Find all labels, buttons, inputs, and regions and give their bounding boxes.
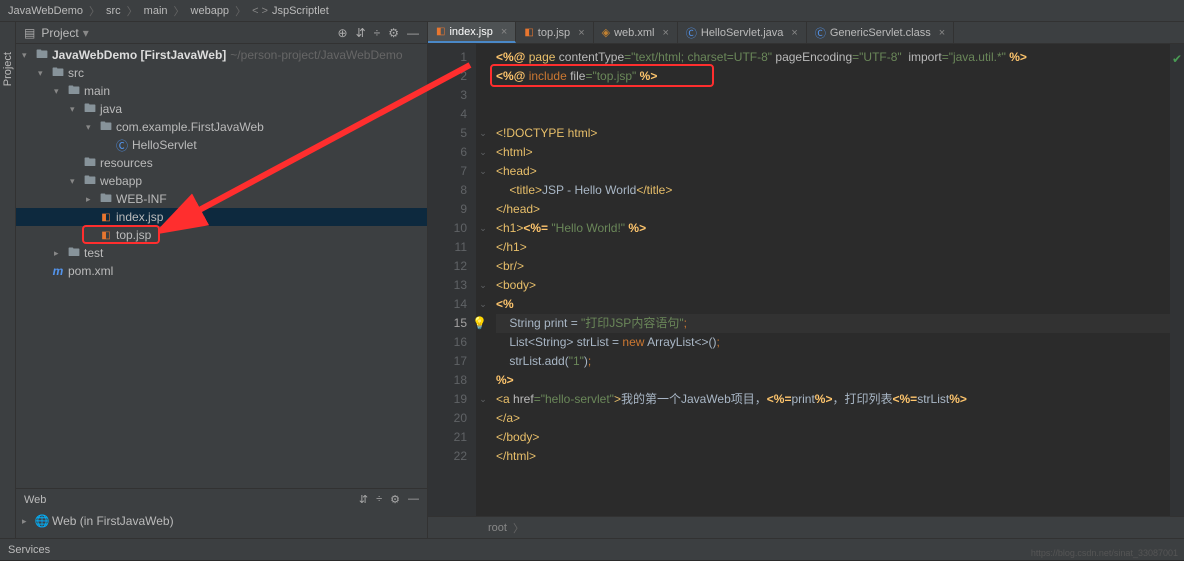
close-icon[interactable]: ×: [662, 27, 668, 39]
code-line[interactable]: %>: [496, 371, 1170, 390]
editor-tab[interactable]: ⒸGenericServlet.class×: [807, 22, 954, 43]
status-bar: Services: [0, 538, 1184, 560]
code-line[interactable]: <h1><%= "Hello World!" %>: [496, 219, 1170, 238]
services-tab[interactable]: Services: [8, 544, 50, 556]
target-icon[interactable]: ⊕: [338, 26, 348, 40]
expand-icon[interactable]: ⇵: [359, 493, 368, 506]
collapse-icon[interactable]: ÷: [376, 493, 382, 506]
code-line[interactable]: </body>: [496, 428, 1170, 447]
code-line[interactable]: </head>: [496, 200, 1170, 219]
tree-item[interactable]: mpom.xml: [16, 262, 427, 280]
project-toolstrip-label: Project: [2, 52, 14, 86]
tree-item[interactable]: ▾🖿java: [16, 100, 427, 118]
code-line[interactable]: <title>JSP - Hello World</title>: [496, 181, 1170, 200]
code-line[interactable]: <%@ page contentType="text/html; charset…: [496, 48, 1170, 67]
code-line[interactable]: <%: [496, 295, 1170, 314]
tree-item[interactable]: ▾🖿webapp: [16, 172, 427, 190]
collapse-icon[interactable]: ÷: [374, 26, 381, 40]
line-gutter: 12345678910111213141516171819202122: [428, 44, 476, 516]
expand-icon[interactable]: ⇵: [356, 26, 366, 40]
hide-icon[interactable]: —: [408, 493, 419, 506]
web-panel-header[interactable]: Web ⇵ ÷ ⚙ —: [16, 488, 427, 510]
editor-marker-bar[interactable]: ✔: [1170, 44, 1184, 516]
code-line[interactable]: strList.add("1");: [496, 352, 1170, 371]
editor-tab[interactable]: ◈web.xml×: [594, 22, 678, 43]
editor-breadcrumb[interactable]: root〉: [428, 516, 1184, 538]
breadcrumb-item[interactable]: JspScriptlet: [272, 5, 329, 17]
code-line[interactable]: <body>: [496, 276, 1170, 295]
code-line[interactable]: <a href="hello-servlet">我的第一个JavaWeb项目，<…: [496, 390, 1170, 409]
close-icon[interactable]: ×: [578, 27, 584, 39]
close-icon[interactable]: ×: [791, 27, 797, 39]
hide-icon[interactable]: —: [407, 26, 419, 40]
tree-item[interactable]: ▾🖿main: [16, 82, 427, 100]
code-line[interactable]: <html>: [496, 143, 1170, 162]
code-line[interactable]: <head>: [496, 162, 1170, 181]
code-line[interactable]: [496, 105, 1170, 124]
project-tree[interactable]: ▾🖿JavaWebDemo [FirstJavaWeb]~/person-pro…: [16, 44, 427, 488]
breadcrumb-item[interactable]: main: [144, 5, 168, 17]
project-panel-title[interactable]: Project ▾: [41, 26, 331, 40]
tree-item[interactable]: ▾🖿com.example.FirstJavaWeb: [16, 118, 427, 136]
tree-item[interactable]: ▾🖿JavaWebDemo [FirstJavaWeb]~/person-pro…: [16, 46, 427, 64]
code-line[interactable]: 💡 String print = "打印JSP内容语句";: [496, 314, 1170, 333]
check-icon: ✔: [1172, 52, 1182, 66]
breadcrumb-item[interactable]: webapp: [191, 5, 230, 17]
code-line[interactable]: List<String> strList = new ArrayList<>()…: [496, 333, 1170, 352]
code-line[interactable]: </h1>: [496, 238, 1170, 257]
left-tool-strip[interactable]: Project: [0, 22, 16, 538]
breadcrumb-item[interactable]: src: [106, 5, 121, 17]
tree-item[interactable]: ◧top.jsp: [16, 226, 427, 244]
tree-item[interactable]: ⒸHelloServlet: [16, 136, 427, 154]
code-line[interactable]: <!DOCTYPE html>: [496, 124, 1170, 143]
tree-item[interactable]: ▸🖿test: [16, 244, 427, 262]
code-line[interactable]: </html>: [496, 447, 1170, 466]
tree-item[interactable]: ▸🖿WEB-INF: [16, 190, 427, 208]
editor-tab[interactable]: ⒸHelloServlet.java×: [678, 22, 807, 43]
editor-tab[interactable]: ◧top.jsp×: [516, 22, 593, 43]
fold-column[interactable]: ⌄⌄⌄⌄⌄⌄⌄: [476, 44, 490, 516]
code-line[interactable]: [496, 86, 1170, 105]
gear-icon[interactable]: ⚙: [388, 26, 399, 40]
code-line[interactable]: <%@ include file="top.jsp" %>: [496, 67, 1170, 86]
tree-item[interactable]: ◧index.jsp: [16, 208, 427, 226]
editor-tabs: ◧index.jsp×◧top.jsp×◈web.xml×ⒸHelloServl…: [428, 22, 1184, 44]
breadcrumb-item[interactable]: JavaWebDemo: [8, 5, 83, 17]
gear-icon[interactable]: ⚙: [390, 493, 400, 506]
close-icon[interactable]: ×: [501, 26, 507, 38]
editor-tab[interactable]: ◧index.jsp×: [428, 22, 516, 43]
code-line[interactable]: <br/>: [496, 257, 1170, 276]
code-editor[interactable]: <%@ page contentType="text/html; charset…: [490, 44, 1170, 516]
tree-item[interactable]: ▾🖿src: [16, 64, 427, 82]
tree-item[interactable]: 🖿resources: [16, 154, 427, 172]
watermark: https://blog.csdn.net/sinat_33087001: [1031, 548, 1178, 558]
project-panel-header: ▤ Project ▾ ⊕ ⇵ ÷ ⚙ —: [16, 22, 427, 44]
web-tree-item[interactable]: ▸🌐 Web (in FirstJavaWeb): [16, 512, 427, 530]
close-icon[interactable]: ×: [939, 27, 945, 39]
bulb-icon[interactable]: 💡: [472, 314, 487, 333]
code-line[interactable]: </a>: [496, 409, 1170, 428]
breadcrumb-bar: JavaWebDemo src main webapp < > JspScrip…: [0, 0, 1184, 22]
